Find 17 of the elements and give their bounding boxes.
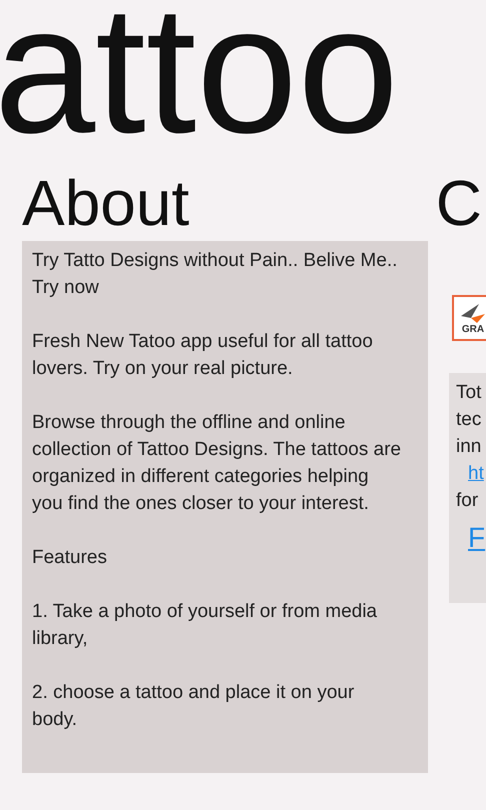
section-header: About: [22, 170, 190, 240]
about-paragraph: Features: [32, 546, 108, 570]
about-paragraph: Fresh New Tatoo app useful for all tattoo lovers. Try on your real picture.: [32, 330, 374, 381]
company-text: Tot: [456, 381, 482, 405]
logo-icon: [459, 302, 486, 324]
logo-text: GRA: [462, 324, 484, 334]
section-header: C: [436, 170, 482, 240]
company-text: for: [456, 489, 480, 513]
company-text: tec: [456, 408, 482, 432]
app-title: attoo: [0, 0, 399, 144]
about-paragraph: 1. Take a photo of yourself or from media library,: [32, 600, 378, 651]
about-paragraph: 2. choose a tattoo and place it on your body.: [32, 681, 356, 732]
big-link[interactable]: F: [468, 520, 486, 556]
company-text: inn: [456, 435, 482, 459]
website-link[interactable]: ht: [468, 460, 484, 487]
about-paragraph: Browse through the offline and online collection of Tattoo Designs. The tattoos are organized in different categories helping you find the ones closer to your interest.: [32, 411, 402, 516]
about-paragraph: Try Tatto Designs without Pain.. Belive Me.. Try now: [32, 249, 398, 300]
